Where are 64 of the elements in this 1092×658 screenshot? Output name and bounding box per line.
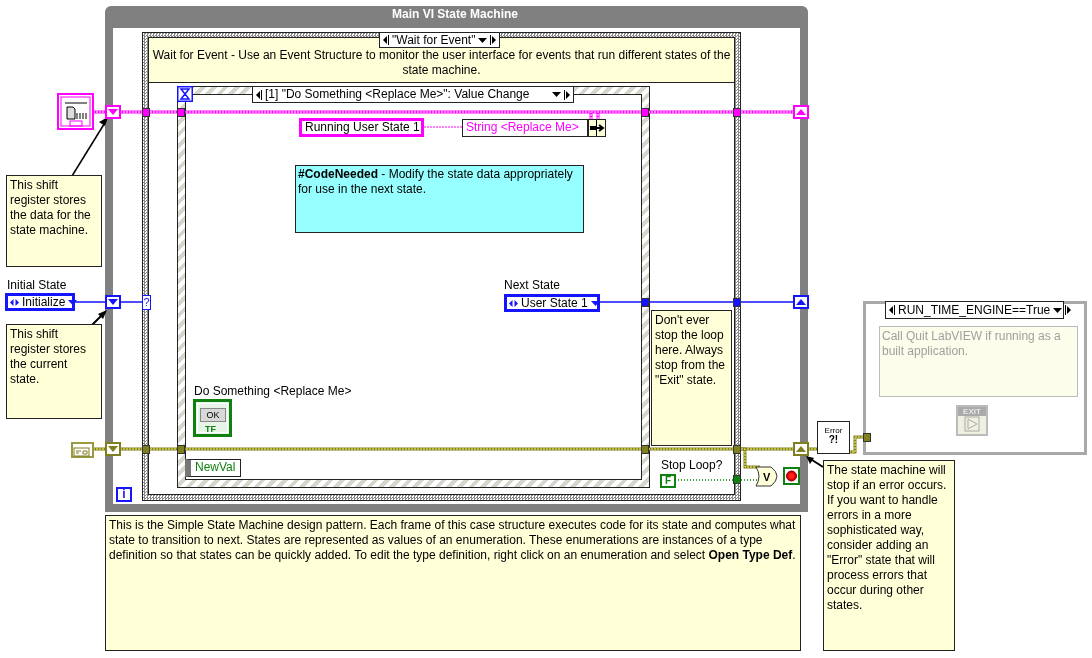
tunnel: [641, 108, 649, 117]
play-arrow-icon: [964, 416, 980, 432]
enum-constant[interactable]: User State 1: [504, 294, 600, 312]
decrement-arrow-icon: [888, 305, 895, 315]
decrement-arrow-icon: [255, 89, 262, 100]
code-needed-note: #CodeNeeded - Modify the state data appropriately for use in the next state.: [295, 165, 584, 233]
comment-note: Call Quit LabVIEW if running as a built application.: [879, 326, 1078, 397]
event-selector[interactable]: [1] "Do Something <Replace Me>": Value Change: [252, 86, 574, 103]
increment-arrows-icon: [10, 298, 19, 306]
comment-note: The state machine will stop if an error occurs. If you want to handle errors in a more sophisticated way, consider adding an "Error" state that will process errors that occur during other states.: [823, 460, 955, 651]
caret-icon: [68, 299, 78, 305]
or-gate: V: [755, 466, 778, 487]
enum-constant[interactable]: Initialize: [5, 293, 75, 311]
error-constant-icon: [71, 442, 94, 458]
tunnel: [733, 298, 741, 307]
caret-icon: [1053, 307, 1063, 313]
bundle-node-icon: [588, 119, 606, 137]
down-triangle-icon: [108, 446, 118, 452]
initial-state-label: Initial State: [7, 278, 67, 293]
tunnel: [142, 108, 150, 117]
control-label: Do Something <Replace Me>: [194, 384, 352, 399]
down-triangle-icon: [108, 109, 118, 115]
tunnel: [177, 108, 185, 117]
arrow: [71, 117, 108, 177]
loop-title: Main VI State Machine: [392, 7, 518, 22]
tunnel: [177, 445, 185, 454]
boolean-constant: F: [660, 474, 676, 488]
stop-label: Stop Loop?: [661, 458, 723, 473]
next-state-label: Next State: [504, 278, 561, 293]
caret-icon: [478, 37, 488, 43]
tunnel: [142, 445, 150, 454]
event-data-node: NewVal: [185, 459, 241, 477]
cluster-constant-icon: [57, 93, 94, 130]
wire: [423, 126, 463, 128]
tunnel: [641, 298, 649, 307]
down-triangle-icon: [108, 299, 118, 305]
up-triangle-icon: [796, 446, 806, 452]
iteration-terminal: i: [116, 487, 132, 502]
caret-icon: [590, 300, 600, 306]
error-handler-node: Error ?!: [817, 421, 850, 454]
increment-arrow-icon: [564, 89, 571, 100]
string-constant: Running User State 1: [299, 118, 424, 137]
increment-arrows-icon: [509, 299, 518, 307]
tunnel: [641, 445, 649, 454]
comment-note: Don't ever stop the loop here. Always stop from the "Exit" state.: [651, 310, 732, 446]
bundle-element: String <Replace Me>: [462, 119, 588, 137]
comment-note: This shift register stores the data for the state machine.: [6, 175, 102, 267]
caret-icon: [552, 92, 561, 97]
decrement-arrow-icon: [382, 35, 389, 45]
up-triangle-icon: [796, 109, 806, 115]
tunnel: [733, 108, 741, 117]
increment-arrow-icon: [490, 35, 498, 45]
stop-terminal: [783, 467, 800, 485]
tunnel: [733, 475, 741, 484]
tunnel: [863, 433, 871, 442]
quit-function-node: EXIT: [956, 405, 988, 436]
comment-note: This shift register stores the current state.: [6, 324, 102, 419]
up-triangle-icon: [796, 299, 806, 305]
increment-arrow-icon: [1065, 305, 1073, 315]
case-selector-terminal: ?: [142, 295, 151, 310]
description-note: This is the Simple State Machine design pattern. Each frame of this case structure executes code for its state and computes what state to transition to next. States are represented as values of an enumeration. These enumerations are instances of a type definition so that states can be quickly added. To edit the type definition, right click on an enumeration and select Open Type Def.: [105, 515, 801, 651]
tunnel: [733, 445, 741, 454]
case-selector[interactable]: "Wait for Event": [379, 32, 500, 48]
boolean-control-terminal: OK TF: [193, 399, 232, 437]
